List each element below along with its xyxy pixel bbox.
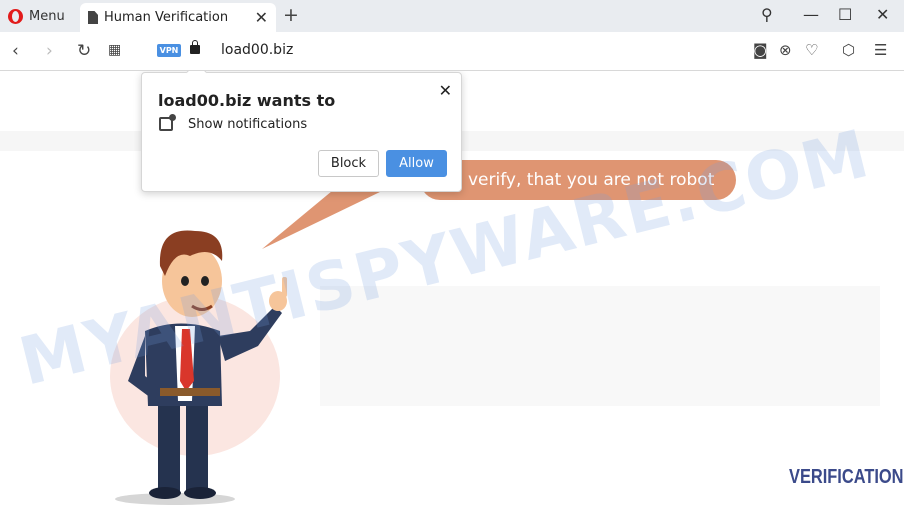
url-field[interactable]: load00.biz <box>221 42 293 58</box>
reload-icon[interactable]: ↻ <box>77 41 91 61</box>
back-icon[interactable]: ‹ <box>12 41 19 61</box>
heart-icon[interactable]: ♡ <box>805 41 818 59</box>
verification-brand: VERIFICATION <box>789 466 904 488</box>
search-icon[interactable]: ⚲ <box>761 5 773 24</box>
allow-button[interactable]: Allow <box>386 150 447 177</box>
popup-title: load00.biz wants to <box>158 91 336 110</box>
maximize-icon[interactable]: ☐ <box>838 5 852 24</box>
notification-icon <box>159 114 176 131</box>
speed-dial-icon[interactable]: ▦ <box>108 42 121 58</box>
camera-icon[interactable]: ◙ <box>753 41 768 59</box>
notification-permission-popup: load00.biz wants to ✕ Show notifications… <box>141 71 462 192</box>
permission-text: Show notifications <box>188 117 308 132</box>
lock-icon[interactable] <box>190 40 200 54</box>
forward-icon[interactable]: › <box>46 41 53 61</box>
tab-active[interactable]: Human Verification ✕ <box>80 3 276 32</box>
document-icon <box>88 11 98 24</box>
new-tab-icon[interactable]: + <box>283 4 299 26</box>
opera-menu-button[interactable]: Menu <box>8 5 65 27</box>
block-ads-icon[interactable]: ⊗ <box>779 41 792 59</box>
address-bar: ‹ › ↻ ▦ VPN load00.biz ◙ ⊗ ♡ ⬡ ☰ <box>0 32 904 71</box>
window-close-icon[interactable]: ✕ <box>876 5 889 24</box>
web-page: verify, that you are not robot MYANTISPY… <box>0 71 904 508</box>
cube-icon[interactable]: ⬡ <box>842 41 855 59</box>
block-button[interactable]: Block <box>318 150 379 177</box>
minimize-icon[interactable]: — <box>803 5 819 24</box>
menu-label: Menu <box>29 8 65 24</box>
settings-sliders-icon[interactable]: ☰ <box>874 41 887 59</box>
popup-arrow <box>185 71 208 84</box>
opera-logo-icon <box>8 8 23 24</box>
tab-strip: Menu Human Verification ✕ + ⚲ — ☐ ✕ <box>0 0 904 32</box>
tab-title: Human Verification <box>104 10 229 25</box>
tab-close-icon[interactable]: ✕ <box>255 8 268 27</box>
popup-close-icon[interactable]: ✕ <box>439 81 452 100</box>
vpn-badge[interactable]: VPN <box>157 44 181 57</box>
